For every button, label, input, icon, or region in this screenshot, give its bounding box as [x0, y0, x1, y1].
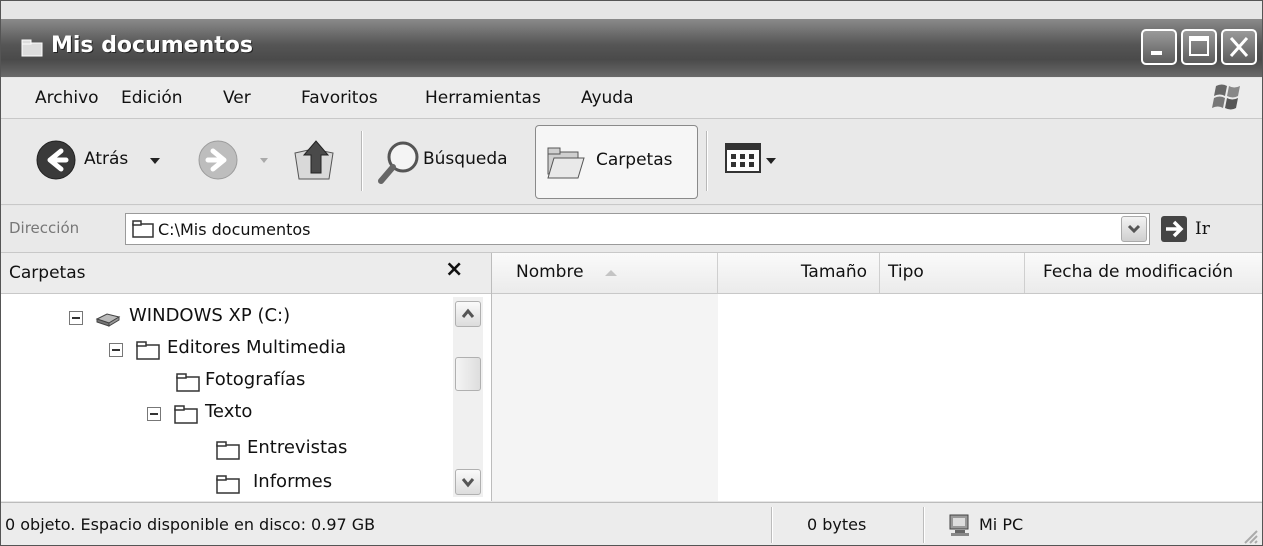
- tree-item-label: Informes: [253, 471, 333, 492]
- chevron-up-icon: [461, 308, 475, 318]
- windows-logo-icon: [1212, 84, 1240, 110]
- column-header-size[interactable]: Tamaño: [718, 253, 880, 293]
- address-input[interactable]: C:\Mis documentos: [125, 213, 1150, 245]
- folders-icon: [547, 147, 585, 179]
- folders-pane-title: Carpetas: [9, 263, 86, 283]
- tree-item[interactable]: Texto: [1, 401, 441, 431]
- go-button[interactable]: [1161, 216, 1187, 242]
- up-folder-icon[interactable]: [289, 135, 339, 185]
- window-title: Mis documentos: [51, 33, 253, 58]
- back-button[interactable]: [35, 139, 77, 185]
- folder-icon: [216, 441, 240, 460]
- folders-label: Carpetas: [596, 150, 673, 170]
- column-label: Tipo: [888, 262, 924, 282]
- search-label[interactable]: Búsqueda: [423, 149, 508, 169]
- tree-item-label: Texto: [205, 401, 253, 422]
- folder-icon: [176, 373, 200, 392]
- explorer-window: Mis documentos Archivo Edición Ver Favor…: [0, 0, 1263, 546]
- tree-item-label: Editores Multimedia: [167, 337, 347, 358]
- resize-grip-icon[interactable]: [1239, 525, 1259, 545]
- column-header-name[interactable]: Nombre: [492, 253, 718, 293]
- column-header-row: Nombre Tamaño Tipo Fecha de modificación: [492, 253, 1262, 294]
- menu-ayuda[interactable]: Ayuda: [581, 88, 634, 108]
- sorted-column-highlight: [492, 294, 718, 501]
- tree-item[interactable]: Entrevistas: [1, 437, 441, 467]
- address-dropdown[interactable]: [1121, 216, 1147, 242]
- menu-favoritos[interactable]: Favoritos: [301, 88, 378, 108]
- column-header-date[interactable]: Fecha de modificación: [1025, 253, 1262, 293]
- my-computer-icon: [949, 514, 969, 536]
- status-info: 0 objeto. Espacio disponible en disco: 0…: [5, 515, 376, 534]
- menu-herramientas[interactable]: Herramientas: [425, 88, 541, 108]
- chevron-down-icon: [1127, 224, 1141, 234]
- scrollbar-thumb[interactable]: [455, 357, 481, 391]
- column-label: Fecha de modificación: [1043, 262, 1234, 282]
- column-label: Tamaño: [800, 262, 867, 282]
- forward-dropdown-icon[interactable]: [259, 157, 269, 164]
- menu-archivo[interactable]: Archivo: [35, 88, 99, 108]
- menu-edicion[interactable]: Edición: [121, 88, 183, 108]
- tree-item[interactable]: Informes: [1, 471, 441, 501]
- views-icon[interactable]: [725, 143, 761, 173]
- tree-item-label: WINDOWS XP (C:): [129, 305, 291, 326]
- close-button[interactable]: [1221, 29, 1257, 65]
- address-label: Dirección: [9, 219, 80, 237]
- folder-icon: [174, 405, 198, 424]
- scroll-up-button[interactable]: [455, 301, 481, 327]
- vertical-scrollbar[interactable]: [453, 297, 483, 497]
- address-value: C:\Mis documentos: [158, 220, 311, 239]
- go-label[interactable]: Ir: [1195, 219, 1210, 239]
- status-location: Mi PC: [979, 515, 1024, 534]
- collapse-icon[interactable]: [69, 311, 83, 325]
- folders-button[interactable]: Carpetas: [535, 125, 698, 199]
- folders-pane: Carpetas × WINDOWS XP (C:) Editores Mult…: [1, 253, 492, 501]
- back-arrow-icon: [36, 140, 76, 180]
- back-dropdown-icon[interactable]: [149, 157, 161, 165]
- folders-pane-header: Carpetas ×: [1, 253, 491, 294]
- search-icon[interactable]: [375, 137, 425, 187]
- scroll-down-button[interactable]: [455, 469, 481, 495]
- folder-icon: [136, 341, 160, 360]
- tree-item[interactable]: WINDOWS XP (C:): [1, 305, 441, 335]
- drive-icon: [95, 313, 121, 327]
- address-bar: Dirección C:\Mis documentos Ir: [1, 206, 1262, 253]
- folder-icon: [132, 220, 154, 238]
- close-pane-icon[interactable]: ×: [445, 257, 463, 282]
- forward-button[interactable]: [197, 139, 239, 185]
- menu-ver[interactable]: Ver: [223, 88, 251, 108]
- title-bar[interactable]: Mis documentos: [1, 19, 1262, 77]
- maximize-icon: [1189, 36, 1209, 56]
- toolbar-separator: [706, 131, 708, 191]
- column-header-type[interactable]: Tipo: [880, 253, 1025, 293]
- tree-item-label: Entrevistas: [247, 437, 348, 458]
- minimize-icon: [1151, 51, 1162, 55]
- folder-icon: [21, 39, 43, 57]
- column-label: Nombre: [516, 262, 584, 282]
- tree-item[interactable]: Editores Multimedia: [1, 337, 441, 367]
- status-separator: [771, 507, 773, 543]
- close-icon: [1229, 37, 1249, 57]
- sort-ascending-icon: [605, 270, 617, 276]
- status-bar: 0 objeto. Espacio disponible en disco: 0…: [1, 502, 1262, 545]
- maximize-button[interactable]: [1181, 29, 1217, 65]
- toolbar-separator: [361, 131, 363, 191]
- back-label[interactable]: Atrás: [84, 149, 128, 169]
- folder-icon: [216, 475, 240, 494]
- status-separator: [923, 507, 925, 543]
- minimize-button[interactable]: [1141, 29, 1177, 65]
- collapse-icon[interactable]: [109, 343, 123, 357]
- tree-item[interactable]: Fotografías: [1, 369, 441, 399]
- tree-item-label: Fotografías: [205, 369, 306, 390]
- views-dropdown-icon[interactable]: [765, 157, 777, 165]
- chevron-down-icon: [461, 478, 475, 488]
- file-list[interactable]: Nombre Tamaño Tipo Fecha de modificación: [492, 253, 1262, 501]
- status-size: 0 bytes: [807, 515, 867, 534]
- collapse-icon[interactable]: [147, 407, 161, 421]
- toolbar: Atrás Búsqueda Carpetas: [1, 119, 1262, 205]
- go-arrow-icon: [1166, 220, 1184, 238]
- menu-bar: Archivo Edición Ver Favoritos Herramient…: [1, 78, 1262, 119]
- forward-arrow-icon: [198, 140, 238, 180]
